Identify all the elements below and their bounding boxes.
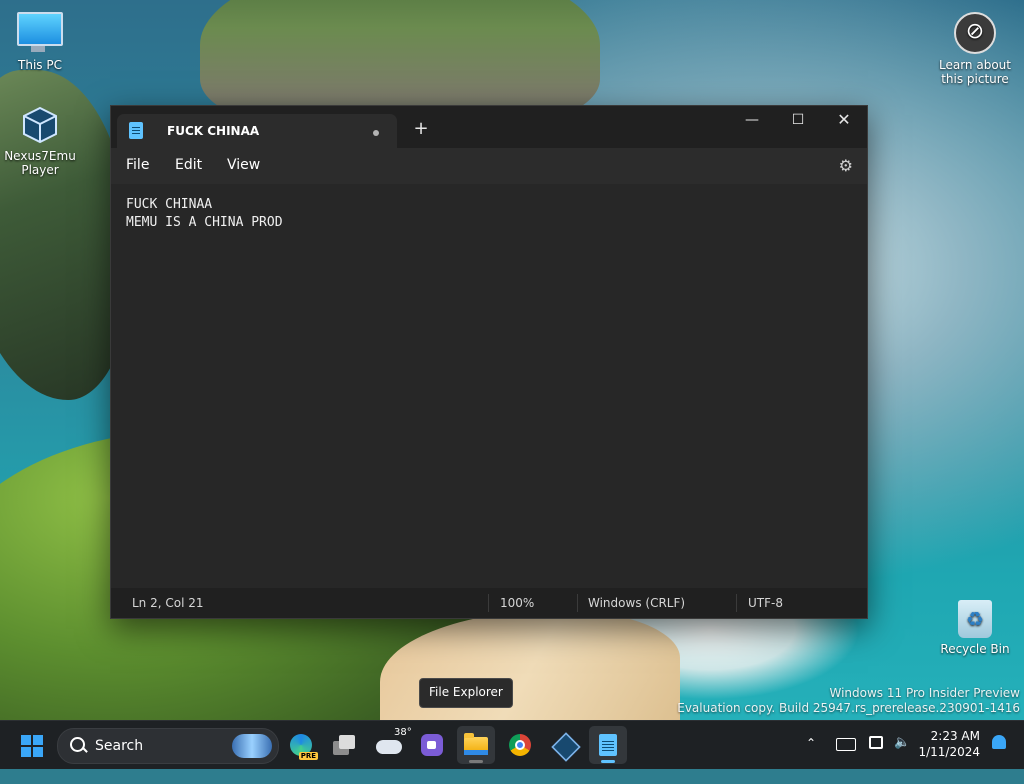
os-watermark: Windows 11 Pro Insider Preview Evaluatio… xyxy=(677,686,1020,716)
encoding[interactable]: UTF-8 xyxy=(748,596,783,610)
desktop-icon-recycle-bin[interactable]: ♻ Recycle Bin xyxy=(935,600,1015,656)
taskbar-edge-button[interactable] xyxy=(282,726,320,764)
menu-file[interactable]: File xyxy=(124,157,151,173)
gear-icon[interactable]: ⚙ xyxy=(839,156,853,175)
desktop-icon-label: Nexus7Emu Player xyxy=(4,149,76,177)
tab-document[interactable]: FUCK CHINAA xyxy=(117,114,397,148)
zoom-level[interactable]: 100% xyxy=(500,596,534,610)
clock-time: 2:23 AM xyxy=(930,729,980,743)
chrome-browser-icon xyxy=(509,734,531,756)
tooltip-file-explorer: File Explorer xyxy=(419,678,513,708)
menu-bar: File Edit View ⚙ xyxy=(111,148,867,184)
folder-icon xyxy=(464,733,488,755)
search-label: Search xyxy=(95,738,144,754)
windows-logo-icon xyxy=(21,735,43,757)
watermark-line-2: Evaluation copy. Build 25947.rs_prerelea… xyxy=(677,701,1020,715)
weather-temperature: 38° xyxy=(394,727,412,738)
new-tab-button[interactable]: + xyxy=(407,115,435,143)
desktop-icon-label: This PC xyxy=(18,58,62,72)
menu-edit[interactable]: Edit xyxy=(173,157,204,173)
taskbar-task-view-button[interactable] xyxy=(326,726,364,764)
watermark-line-1: Windows 11 Pro Insider Preview xyxy=(829,686,1020,700)
chevron-up-icon[interactable]: ⌃ xyxy=(806,736,816,784)
editor-line-1: FUCK CHINAA xyxy=(126,197,213,212)
system-clock[interactable]: 2:23 AM 1/11/2024 xyxy=(918,728,980,760)
taskbar-file-explorer-button[interactable] xyxy=(457,726,495,764)
search-highlight-icon xyxy=(232,734,272,758)
taskbar-chrome-button[interactable] xyxy=(501,726,539,764)
notepad-icon xyxy=(599,734,617,756)
tab-title: FUCK CHINAA xyxy=(167,124,260,138)
title-bar[interactable]: FUCK CHINAA + — ☐ ✕ xyxy=(111,106,867,148)
running-indicator xyxy=(469,760,483,763)
taskbar-notepad-button[interactable] xyxy=(589,726,627,764)
keyboard-icon[interactable] xyxy=(836,738,856,751)
taskbar-virtualbox-button[interactable] xyxy=(545,726,583,764)
weather-cloud-icon xyxy=(376,740,402,754)
desktop-icon-nexus7emu[interactable]: Nexus7Emu Player xyxy=(0,105,80,177)
running-indicator-active xyxy=(601,760,615,763)
camera-info-icon: ⊘ xyxy=(954,12,996,54)
desktop-icon-learn-picture[interactable]: ⊘ Learn about this picture xyxy=(935,12,1015,86)
editor-line-2: MEMU IS A CHINA PROD xyxy=(126,215,283,230)
search-icon xyxy=(70,737,85,752)
unsaved-dot-icon[interactable] xyxy=(373,130,379,136)
video-meeting-icon xyxy=(421,734,443,756)
status-separator xyxy=(736,594,737,612)
close-button[interactable]: ✕ xyxy=(821,106,867,136)
network-icon[interactable] xyxy=(869,736,883,749)
clock-date: 1/11/2024 xyxy=(918,745,980,759)
status-separator xyxy=(577,594,578,612)
cursor-position[interactable]: Ln 2, Col 21 xyxy=(132,596,204,610)
edge-browser-icon xyxy=(290,734,318,760)
status-separator xyxy=(488,594,489,612)
taskbar-weather-button[interactable]: 38° xyxy=(370,726,412,764)
search-input[interactable]: Search xyxy=(57,728,279,764)
desktop-icon-label: Learn about this picture xyxy=(939,58,1011,86)
menu-view[interactable]: View xyxy=(225,157,262,173)
start-button[interactable] xyxy=(13,726,51,764)
notepad-icon xyxy=(129,122,143,139)
status-bar: Ln 2, Col 21 100% Windows (CRLF) UTF-8 xyxy=(111,588,867,618)
task-view-icon xyxy=(339,735,355,749)
taskbar-meet-button[interactable] xyxy=(413,726,451,764)
text-editor[interactable]: FUCK CHINAA MEMU IS A CHINA PROD xyxy=(111,184,867,584)
notepad-window: FUCK CHINAA + — ☐ ✕ File Edit View ⚙ FUC… xyxy=(110,105,868,619)
taskbar: Search 38° ⌃ 🔈 2:23 AM 1/11/2024 xyxy=(0,720,1024,769)
maximize-button[interactable]: ☐ xyxy=(775,106,821,136)
recycle-bin-icon: ♻ xyxy=(958,600,992,638)
virtualbox-icon xyxy=(551,732,581,762)
computer-icon xyxy=(17,12,63,52)
desktop-icon-label: Recycle Bin xyxy=(940,642,1010,656)
notification-bell-icon[interactable] xyxy=(992,735,1006,749)
minimize-button[interactable]: — xyxy=(729,106,775,136)
desktop-icon-this-pc[interactable]: This PC xyxy=(0,12,80,72)
virtualbox-icon xyxy=(20,105,60,145)
volume-muted-icon[interactable]: 🔈 xyxy=(894,735,910,783)
line-ending[interactable]: Windows (CRLF) xyxy=(588,596,685,610)
